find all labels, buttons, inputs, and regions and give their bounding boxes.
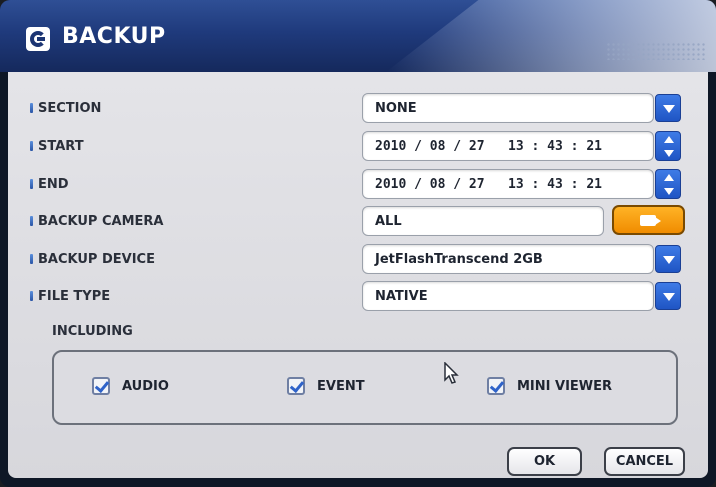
cancel-button[interactable]: CANCEL (604, 447, 685, 476)
bullet-icon (30, 141, 33, 151)
chevron-down-icon (663, 105, 675, 113)
ok-button[interactable]: OK (507, 447, 582, 476)
event-checkbox[interactable]: EVENT (287, 377, 365, 395)
end-label-text: END (38, 176, 69, 192)
bullet-icon (30, 179, 33, 189)
start-spin-button[interactable] (655, 131, 681, 161)
spin-down-icon (664, 188, 674, 195)
camera-icon (640, 215, 656, 226)
dialog-title: BACKUP (62, 24, 166, 49)
section-label: SECTION (30, 98, 101, 118)
checkbox-checked-icon (92, 377, 110, 395)
event-checkbox-label: EVENT (317, 378, 365, 394)
start-label-text: START (38, 138, 84, 154)
end-label: END (30, 174, 69, 194)
bullet-icon (30, 103, 33, 113)
backup-device-label: BACKUP DEVICE (30, 249, 155, 269)
chevron-down-icon (663, 256, 675, 264)
end-spin-button[interactable] (655, 169, 681, 199)
end-datetime-field[interactable]: 2010 / 08 / 27 13 : 43 : 21 (362, 169, 654, 199)
backup-app-icon-bar (37, 37, 45, 41)
file-type-label: FILE TYPE (30, 286, 110, 306)
title-bar: BACKUP (0, 0, 716, 72)
bullet-icon (30, 291, 33, 301)
bullet-icon (30, 216, 33, 226)
backup-device-select[interactable]: JetFlashTranscend 2GB (362, 244, 654, 274)
file-type-label-text: FILE TYPE (38, 288, 111, 304)
section-dropdown-button[interactable] (655, 94, 681, 122)
backup-camera-label-text: BACKUP CAMERA (38, 213, 164, 229)
section-select[interactable]: NONE (362, 93, 654, 123)
section-label-text: SECTION (38, 100, 102, 116)
mini-viewer-checkbox[interactable]: MINI VIEWER (487, 377, 612, 395)
checkbox-checked-icon (487, 377, 505, 395)
title-bar-sheen (386, 0, 716, 72)
spin-down-icon (664, 150, 674, 157)
backup-device-label-text: BACKUP DEVICE (38, 251, 155, 267)
spin-up-icon (664, 136, 674, 143)
backup-app-icon (26, 27, 50, 51)
chevron-down-icon (663, 293, 675, 301)
select-camera-button[interactable] (612, 205, 685, 235)
spin-up-icon (664, 174, 674, 181)
file-type-dropdown-button[interactable] (655, 282, 681, 310)
start-datetime-field[interactable]: 2010 / 08 / 27 13 : 43 : 21 (362, 131, 654, 161)
mini-viewer-checkbox-label: MINI VIEWER (517, 378, 613, 394)
audio-checkbox[interactable]: AUDIO (92, 377, 169, 395)
including-label: INCLUDING (52, 324, 133, 339)
file-type-select[interactable]: NATIVE (362, 281, 654, 311)
bullet-icon (30, 254, 33, 264)
camera-lens-icon (655, 217, 661, 225)
backup-device-dropdown-button[interactable] (655, 245, 681, 273)
start-label: START (30, 136, 84, 156)
backup-dialog: BACKUP SECTION NONE START 2010 / 08 / 27… (0, 0, 716, 487)
title-bar-pattern (606, 42, 706, 60)
backup-camera-label: BACKUP CAMERA (30, 211, 163, 231)
backup-camera-field: ALL (362, 206, 604, 236)
mouse-pointer-shape (444, 362, 459, 384)
checkbox-checked-icon (287, 377, 305, 395)
audio-checkbox-label: AUDIO (122, 378, 169, 394)
